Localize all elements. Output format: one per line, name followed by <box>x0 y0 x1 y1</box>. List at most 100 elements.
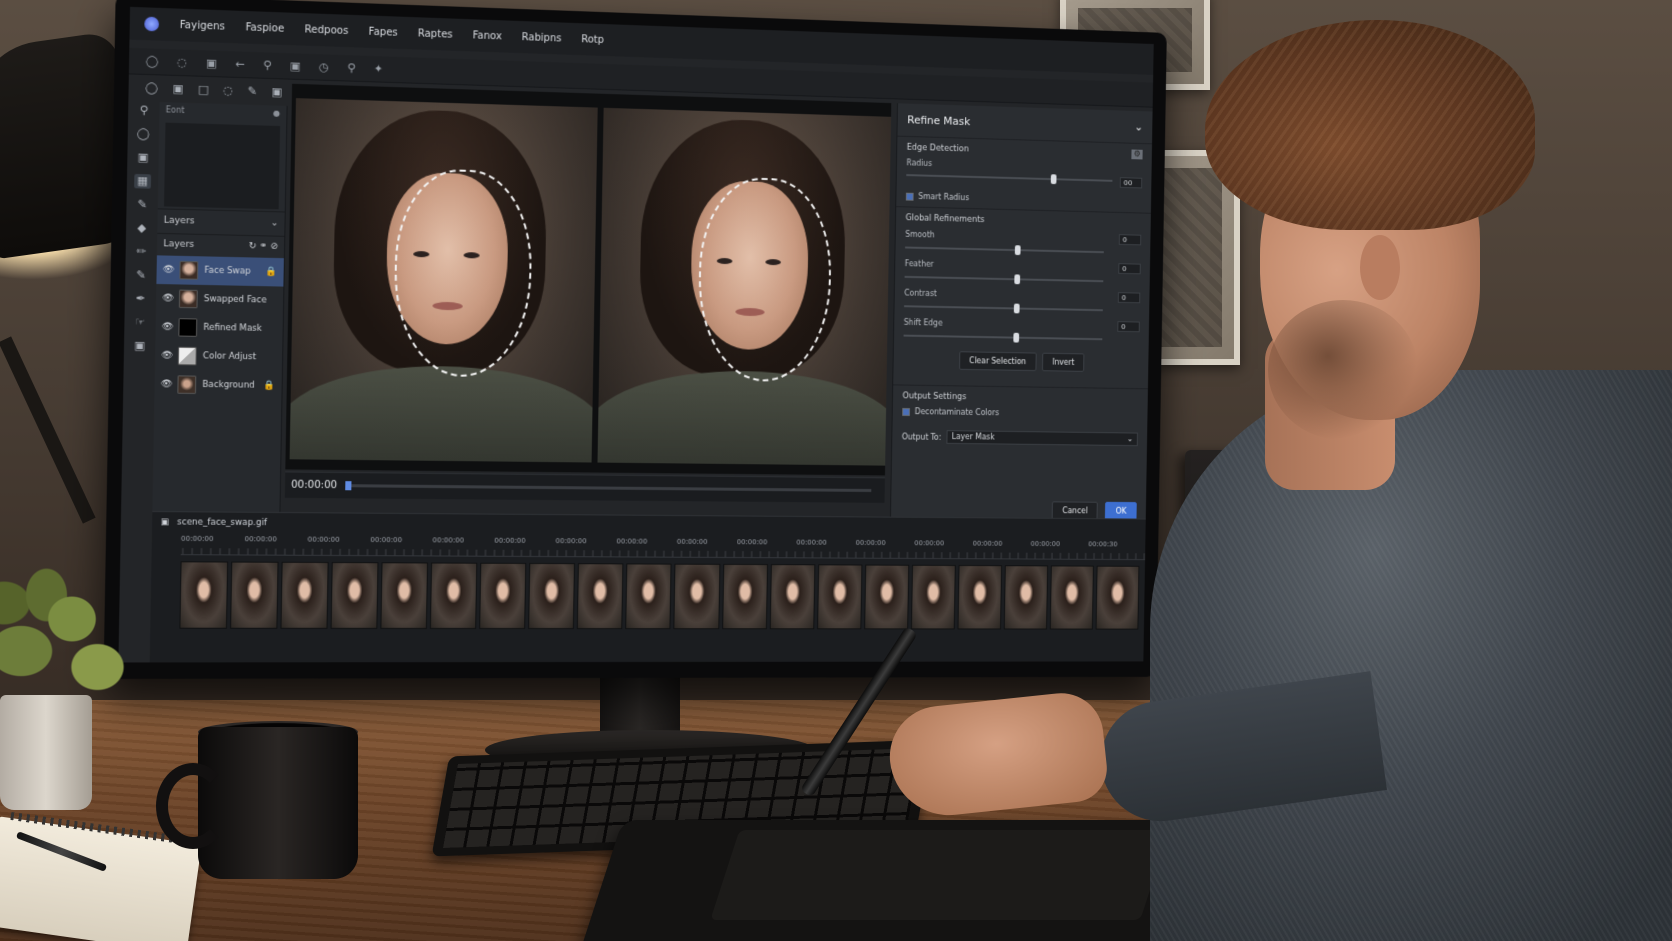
slider-knob[interactable] <box>1014 274 1020 284</box>
menu-item-7[interactable]: Rotp <box>581 34 604 46</box>
layers-section-header[interactable]: Layers ⌄ <box>157 208 284 236</box>
slider-knob[interactable] <box>1014 304 1020 314</box>
selection-tool-icon[interactable]: ▣ <box>135 150 152 165</box>
eye-icon[interactable]: 👁 <box>161 351 172 361</box>
frame-thumbnail[interactable] <box>722 564 768 629</box>
frame-thumbnail[interactable] <box>1004 565 1048 629</box>
lasso-tool-icon[interactable]: ◯ <box>145 81 158 95</box>
refinement-slider[interactable] <box>905 243 1104 257</box>
menu-item-2[interactable]: Redpoos <box>305 24 349 37</box>
slider-value[interactable]: 0 <box>1118 263 1140 274</box>
clock-icon[interactable]: ◷ <box>319 60 329 73</box>
transform-icon[interactable]: ▣ <box>271 85 282 99</box>
stamp-tool-icon[interactable]: ◆ <box>133 221 150 236</box>
crop-tool-icon[interactable]: ▣ <box>131 339 148 354</box>
frame-thumbnail[interactable] <box>817 564 862 629</box>
slider-value[interactable]: 0 <box>1118 292 1140 303</box>
lock-icon[interactable]: 🔒 <box>266 267 278 277</box>
frame-thumbnail[interactable] <box>1095 566 1139 630</box>
frame-thumbnail[interactable] <box>911 565 956 630</box>
radius-slider-knob[interactable] <box>1051 174 1057 184</box>
layer-row[interactable]: 👁 Background 🔒 <box>154 370 282 400</box>
image-canvas[interactable] <box>285 84 891 476</box>
swapped-photo[interactable] <box>597 108 891 466</box>
stamp-icon[interactable]: ▣ <box>206 57 217 71</box>
frame-thumbnail[interactable] <box>1050 565 1094 629</box>
brush-icon[interactable]: ◌ <box>177 56 187 70</box>
output-to-select[interactable]: Layer Mask ⌄ <box>947 430 1138 446</box>
chevron-down-icon[interactable]: ⌄ <box>271 218 279 229</box>
layer-row[interactable]: 👁 Refined Mask <box>155 313 283 344</box>
eye-icon[interactable]: 👁 <box>163 265 174 275</box>
frame-thumbnail[interactable] <box>430 562 477 628</box>
smart-radius-checkbox[interactable] <box>906 192 914 200</box>
smart-radius-row[interactable]: Smart Radius <box>906 192 1142 207</box>
refinement-slider[interactable] <box>904 272 1103 286</box>
menu-item-1[interactable]: Faspioe <box>245 22 284 35</box>
slider-value[interactable]: 0 <box>1119 234 1141 245</box>
layer-row[interactable]: 👁 Color Adjust <box>155 341 283 372</box>
frame-thumbnail[interactable] <box>528 563 575 629</box>
chevron-down-icon[interactable]: ⌄ <box>1134 121 1143 134</box>
eraser-tool-icon[interactable]: ✎ <box>132 268 149 283</box>
decontaminate-checkbox[interactable] <box>902 408 910 416</box>
pen-tool-icon[interactable]: ✒ <box>132 292 149 307</box>
frame-thumbnail[interactable] <box>331 562 379 629</box>
lock-icon[interactable]: ▣ <box>290 59 301 73</box>
clear-selection-button[interactable]: Clear Selection <box>959 351 1037 371</box>
slider-knob[interactable] <box>1015 245 1021 255</box>
frame-thumbnail[interactable] <box>769 564 815 629</box>
frame-thumbnail[interactable] <box>577 563 624 629</box>
eye-icon[interactable]: 👁 <box>162 293 173 303</box>
link-icon[interactable]: ⚭ <box>259 241 267 251</box>
mask-icon[interactable]: □ <box>198 82 209 96</box>
decontaminate-row[interactable]: Decontaminate Colors <box>902 407 1138 419</box>
frame-thumbnail[interactable] <box>281 562 329 629</box>
radius-slider[interactable] <box>906 170 1112 185</box>
frame-thumbnail[interactable] <box>626 563 672 629</box>
frame-thumbnail[interactable] <box>957 565 1002 629</box>
refine-icon[interactable]: ◌ <box>223 83 233 97</box>
layer-row[interactable]: 👁 Swapped Face <box>156 284 284 315</box>
menu-item-0[interactable]: Fayigens <box>180 19 225 32</box>
search-icon[interactable]: ⚲ <box>347 61 355 74</box>
frame-thumbnail[interactable] <box>479 563 526 629</box>
lasso-tool-icon[interactable]: ◯ <box>135 127 152 142</box>
eye-icon[interactable]: 👁 <box>162 322 173 332</box>
pen-icon[interactable]: ✎ <box>247 84 257 98</box>
wand-icon[interactable]: ✦ <box>374 62 384 75</box>
arrow-icon[interactable]: ← <box>235 57 245 71</box>
delete-icon[interactable]: ⊘ <box>270 242 278 252</box>
toggle-icon[interactable]: ● <box>273 109 280 121</box>
frame-thumbnail[interactable] <box>381 562 429 629</box>
frame-thumbnail[interactable] <box>864 565 909 630</box>
pencil-tool-icon[interactable]: ✏ <box>133 245 150 260</box>
playback-scrubber[interactable] <box>345 484 871 492</box>
eye-icon[interactable]: 👁 <box>161 379 172 389</box>
quick-select-icon[interactable]: ▣ <box>173 81 184 95</box>
refresh-icon[interactable]: ↻ <box>249 241 257 251</box>
layer-row[interactable]: 👁 Face Swap 🔒 <box>156 255 284 286</box>
frame-thumbnail[interactable] <box>674 564 720 630</box>
frame-thumbnail[interactable] <box>230 562 279 629</box>
slider-value[interactable]: 0 <box>1117 321 1139 332</box>
menu-item-5[interactable]: Fanox <box>473 30 502 42</box>
original-photo[interactable] <box>290 98 598 462</box>
brush-tool-icon[interactable]: ✎ <box>134 197 151 212</box>
refinement-slider[interactable] <box>903 331 1102 344</box>
frame-thumbnail[interactable] <box>179 561 228 628</box>
lasso-icon[interactable]: ◯ <box>146 54 159 68</box>
zoom-icon[interactable]: ⚲ <box>263 58 272 71</box>
lock-icon[interactable]: 🔒 <box>264 381 276 391</box>
slider-knob[interactable] <box>1013 333 1019 343</box>
refinement-slider[interactable] <box>904 301 1103 315</box>
menu-item-4[interactable]: Raptes <box>418 28 453 40</box>
mask-tool-icon[interactable]: ▦ <box>134 174 151 189</box>
zoom-tool-icon[interactable]: ⚲ <box>135 103 152 118</box>
menu-item-6[interactable]: Rabipns <box>522 32 562 44</box>
invert-button[interactable]: Invert <box>1042 353 1085 372</box>
menu-item-3[interactable]: Fapes <box>369 26 398 38</box>
smudge-tool-icon[interactable]: ☞ <box>132 315 149 330</box>
settings-icon[interactable]: ⚙ <box>1132 150 1143 160</box>
radius-value[interactable]: 00 <box>1120 177 1142 188</box>
